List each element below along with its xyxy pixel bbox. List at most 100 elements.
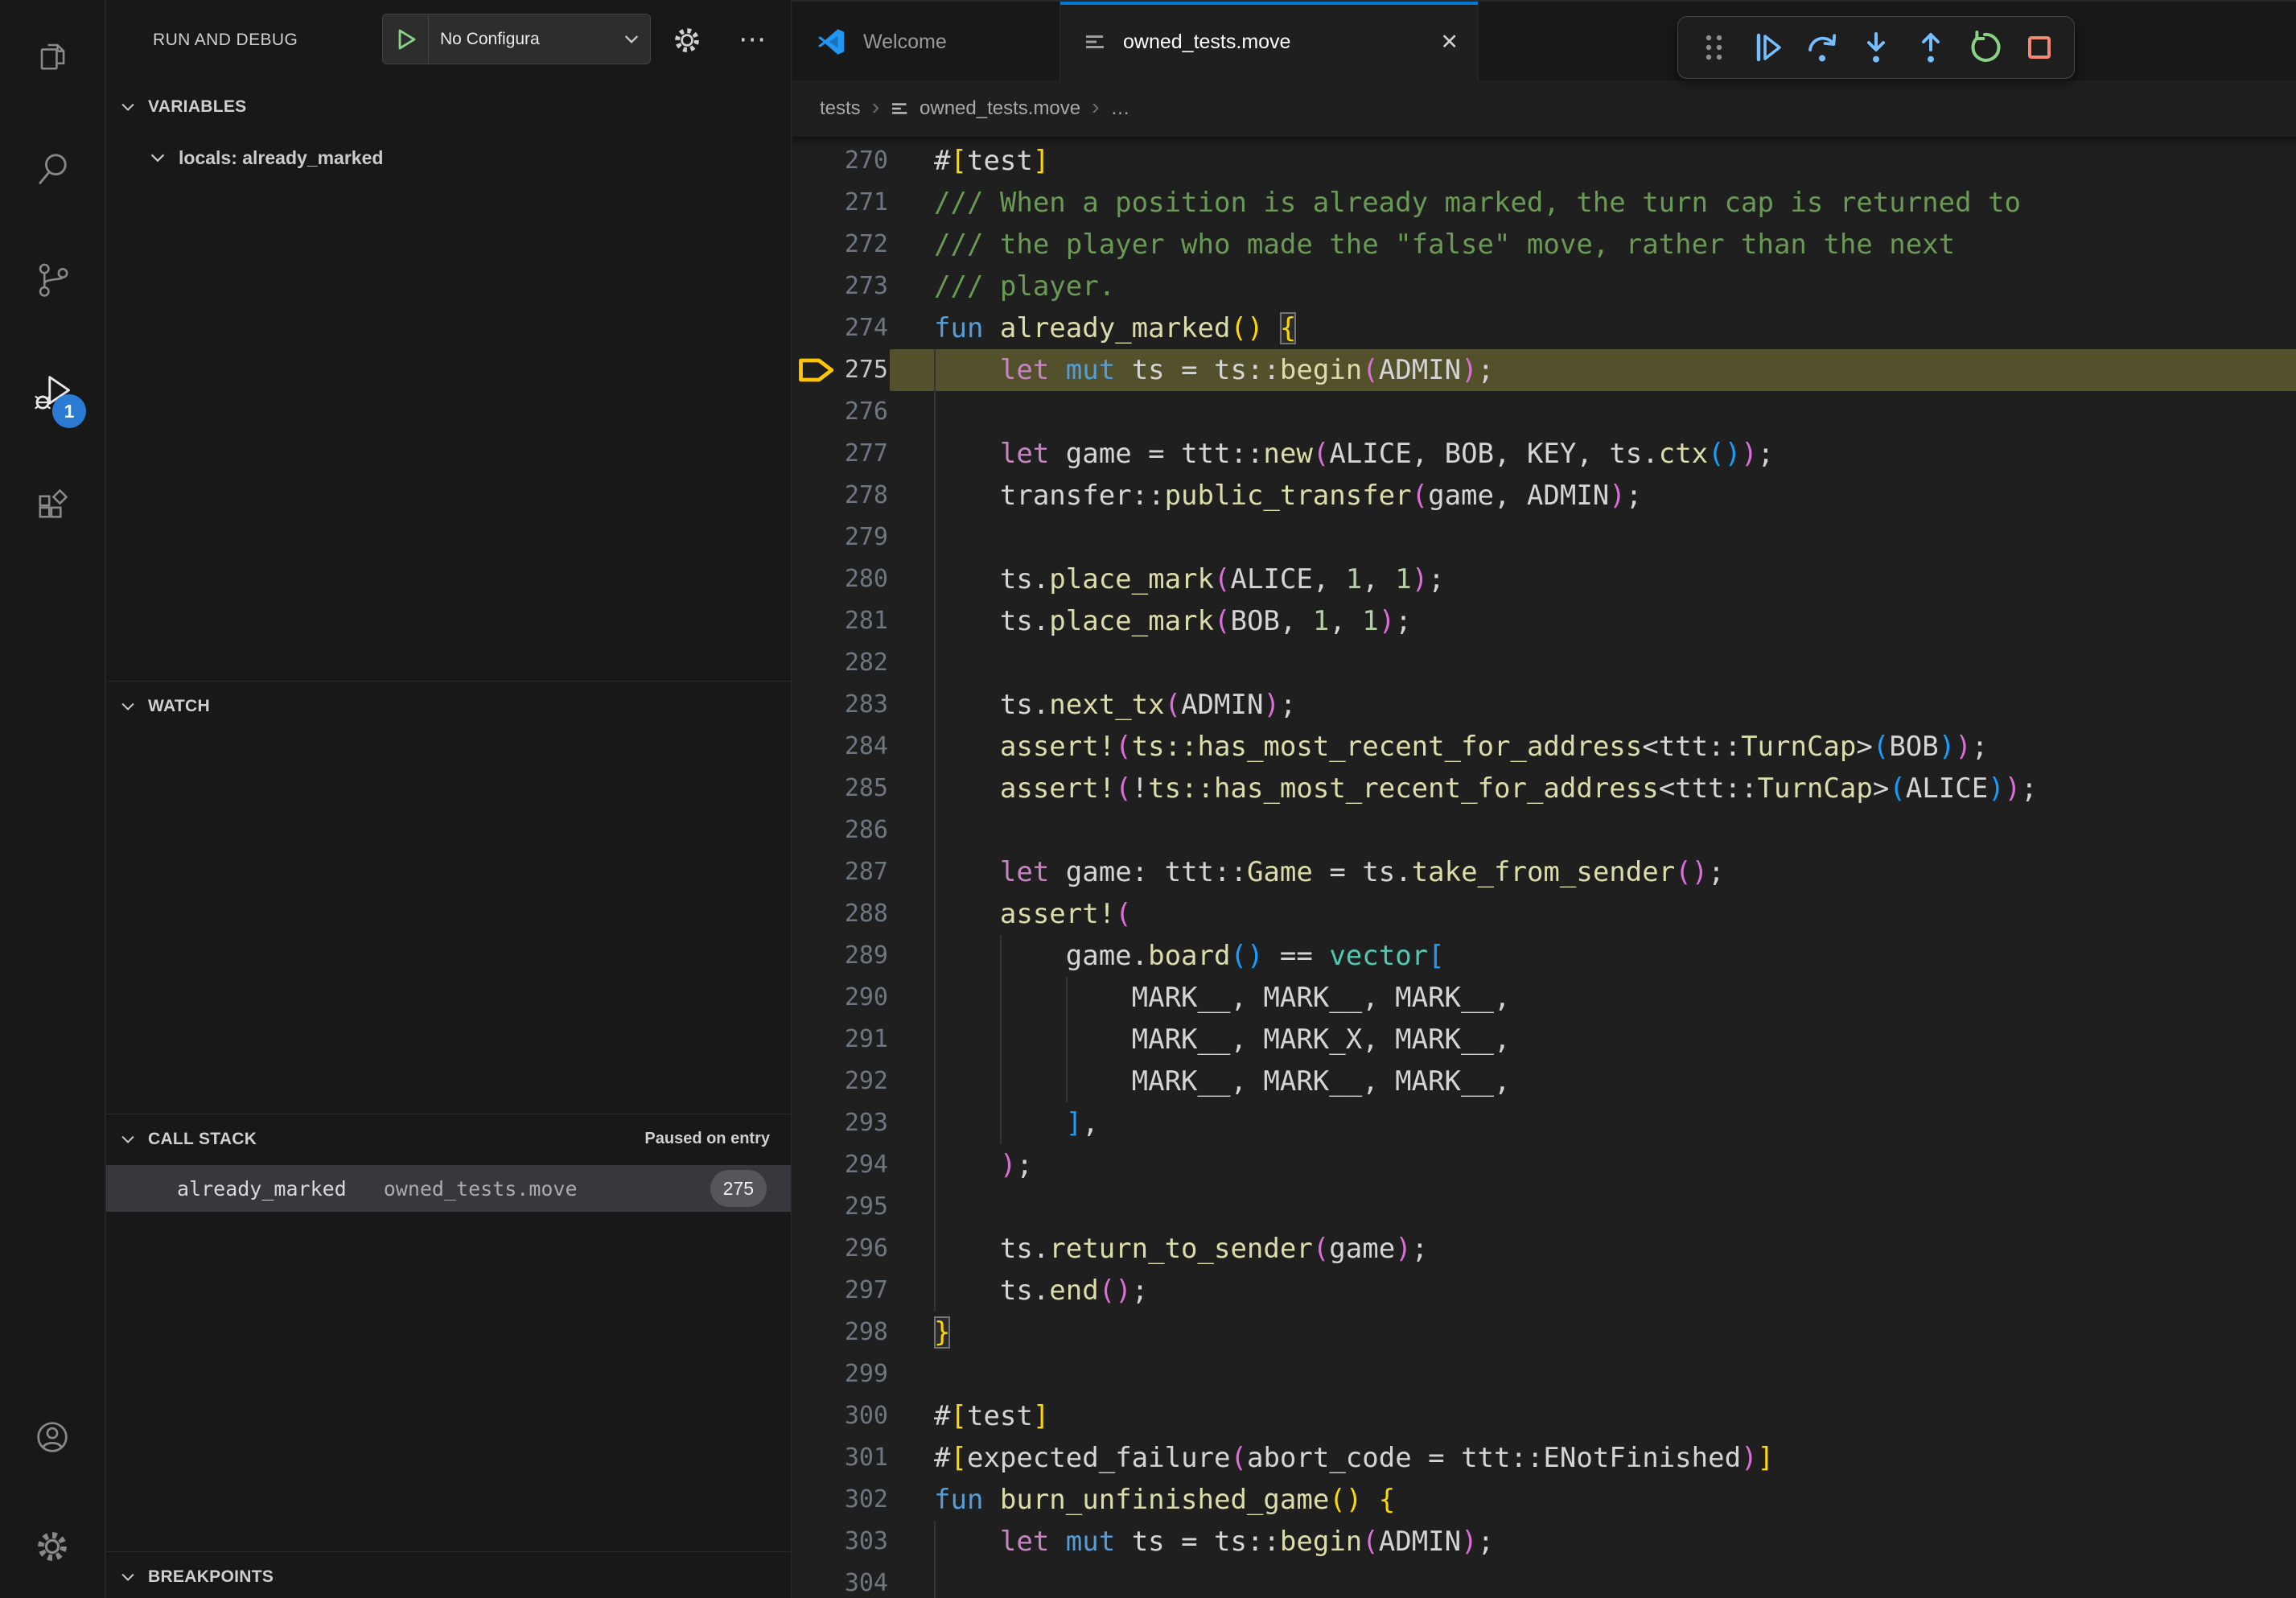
line-number[interactable]: 294 [792,1144,888,1186]
line-number[interactable]: 299 [792,1353,888,1395]
code-line[interactable]: 301#[expected_failure(abort_code = ttt::… [792,1437,2296,1479]
code-line[interactable]: 286 [792,809,2296,851]
code-line[interactable]: 295 [792,1186,2296,1228]
code-line[interactable]: 270#[test] [792,140,2296,182]
more-actions-button[interactable]: ⋯ [732,19,772,60]
code-line[interactable]: 297 ts.end(); [792,1270,2296,1312]
code-line[interactable]: 283 ts.next_tx(ADMIN); [792,684,2296,726]
variables-section-header[interactable]: VARIABLES [106,82,791,132]
line-number[interactable]: 297 [792,1270,888,1312]
extensions-button[interactable] [31,483,73,525]
line-number[interactable]: 290 [792,977,888,1019]
debug-configuration-dropdown[interactable]: No Configura [382,14,651,64]
restart-icon[interactable] [1965,28,2004,67]
code-line[interactable]: 282 [792,642,2296,684]
tab-owned-tests-move[interactable]: owned_tests.move ✕ [1060,2,1479,82]
code-line[interactable]: 302fun burn_unfinished_game() { [792,1479,2296,1521]
start-debug-icon[interactable] [393,27,418,52]
code-line[interactable]: 275 let mut ts = ts::begin(ADMIN); [792,349,2296,391]
account-button[interactable] [31,1416,73,1458]
continue-icon[interactable] [1748,28,1787,67]
line-number[interactable]: 303 [792,1521,888,1563]
debug-settings-button[interactable] [669,23,705,58]
line-number[interactable]: 287 [792,851,888,893]
call-stack-section-header[interactable]: CALL STACK Paused on entry [106,1114,791,1163]
line-number[interactable]: 276 [792,391,888,433]
line-number[interactable]: 302 [792,1479,888,1521]
code-line[interactable]: 293 ], [792,1102,2296,1144]
code-line[interactable]: 298} [792,1312,2296,1353]
line-number[interactable]: 296 [792,1228,888,1270]
line-number[interactable]: 280 [792,558,888,600]
code-line[interactable]: 300#[test] [792,1395,2296,1437]
code-line[interactable]: 271/// When a position is already marked… [792,182,2296,224]
code-line[interactable]: 296 ts.return_to_sender(game); [792,1228,2296,1270]
breakpoints-section-header[interactable]: BREAKPOINTS [106,1551,791,1598]
code-line[interactable]: 273/// player. [792,266,2296,307]
code-line[interactable]: 278 transfer::public_transfer(game, ADMI… [792,475,2296,517]
code-line[interactable]: 272/// the player who made the "false" m… [792,224,2296,266]
step-over-icon[interactable] [1803,28,1841,67]
line-number[interactable]: 288 [792,893,888,935]
line-number[interactable]: 281 [792,600,888,642]
run-and-debug-button[interactable]: 1 [31,370,73,412]
code-editor[interactable]: 270#[test]271/// When a position is alre… [792,137,2296,1598]
code-line[interactable]: 299 [792,1353,2296,1395]
code-line[interactable]: 290 MARK__, MARK__, MARK__, [792,977,2296,1019]
line-number[interactable]: 292 [792,1061,888,1102]
code-line[interactable]: 280 ts.place_mark(ALICE, 1, 1); [792,558,2296,600]
code-line[interactable]: 292 MARK__, MARK__, MARK__, [792,1061,2296,1102]
tab-welcome[interactable]: Welcome [792,2,1060,82]
code-line[interactable]: 281 ts.place_mark(BOB, 1, 1); [792,600,2296,642]
code-line[interactable]: 303 let mut ts = ts::begin(ADMIN); [792,1521,2296,1563]
variables-scope-row[interactable]: locals: already_marked [106,135,791,180]
toolbar-drag-handle[interactable] [1694,28,1733,67]
code-line[interactable]: 294 ); [792,1144,2296,1186]
line-number[interactable]: 293 [792,1102,888,1144]
close-icon[interactable]: ✕ [1440,30,1459,55]
line-number[interactable]: 301 [792,1437,888,1479]
line-number[interactable]: 295 [792,1186,888,1228]
line-number[interactable]: 283 [792,684,888,726]
line-number[interactable]: 282 [792,642,888,684]
line-number[interactable]: 272 [792,224,888,266]
line-number[interactable]: 278 [792,475,888,517]
code-line[interactable]: 277 let game = ttt::new(ALICE, BOB, KEY,… [792,433,2296,475]
stop-icon[interactable] [2020,28,2059,67]
line-number[interactable]: 286 [792,809,888,851]
line-number[interactable]: 271 [792,182,888,224]
search-button[interactable] [31,147,73,189]
code-line[interactable]: 284 assert!(ts::has_most_recent_for_addr… [792,726,2296,768]
code-line[interactable]: 288 assert!( [792,893,2296,935]
code-line[interactable]: 289 game.board() == vector[ [792,935,2296,977]
code-line[interactable]: 279 [792,517,2296,558]
code-line[interactable]: 304 [792,1563,2296,1598]
line-number[interactable]: 298 [792,1312,888,1353]
line-number[interactable]: 291 [792,1019,888,1061]
line-number[interactable]: 300 [792,1395,888,1437]
line-number[interactable]: 279 [792,517,888,558]
line-number[interactable]: 285 [792,768,888,809]
code-line[interactable]: 291 MARK__, MARK_X, MARK__, [792,1019,2296,1061]
breadcrumb-item-folder[interactable]: tests [820,97,861,120]
breadcrumb-item-file[interactable]: owned_tests.move [920,97,1080,120]
line-number[interactable]: 289 [792,935,888,977]
line-number[interactable]: 304 [792,1563,888,1598]
manage-button[interactable] [31,1526,73,1567]
code-line[interactable]: 276 [792,391,2296,433]
line-number[interactable]: 270 [792,140,888,182]
line-number[interactable]: 274 [792,307,888,349]
explorer-button[interactable] [31,35,73,76]
call-stack-frame-row[interactable]: already_marked owned_tests.move 275 [106,1165,791,1212]
line-number[interactable]: 273 [792,266,888,307]
breadcrumb-item-symbol[interactable]: … [1110,97,1129,120]
code-line[interactable]: 285 assert!(!ts::has_most_recent_for_add… [792,768,2296,809]
step-out-icon[interactable] [1911,28,1950,67]
line-number[interactable]: 284 [792,726,888,768]
code-line[interactable]: 287 let game: ttt::Game = ts.take_from_s… [792,851,2296,893]
line-number[interactable]: 277 [792,433,888,475]
code-line[interactable]: 274fun already_marked() { [792,307,2296,349]
source-control-button[interactable] [31,257,73,299]
step-into-icon[interactable] [1857,28,1895,67]
watch-section-header[interactable]: WATCH [106,681,791,731]
